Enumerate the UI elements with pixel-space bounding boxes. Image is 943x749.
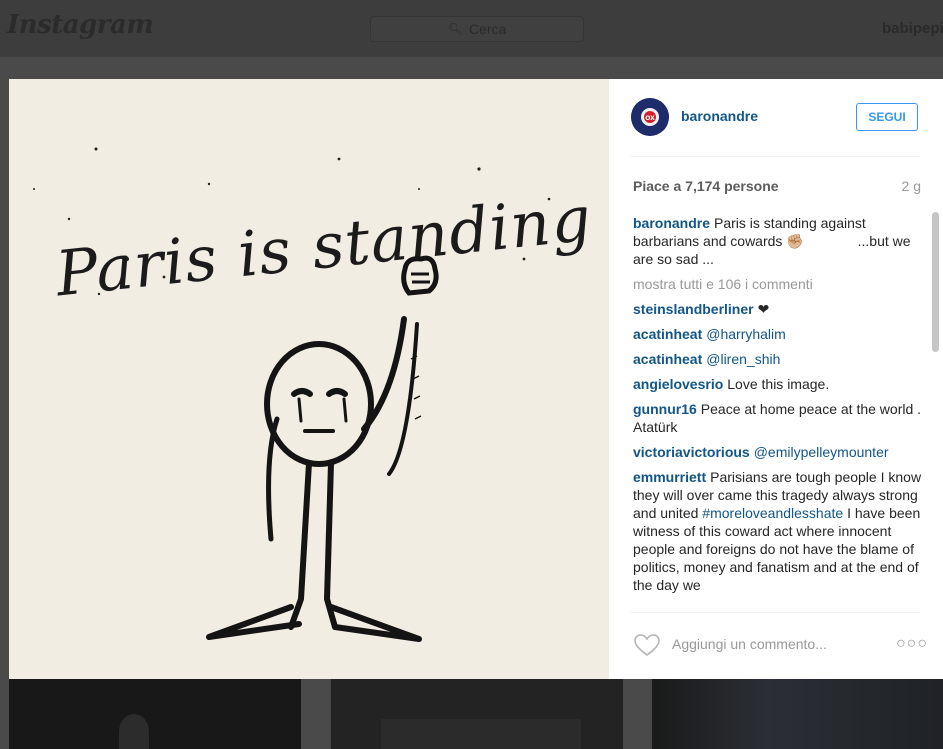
search-placeholder: Cerca [468,21,507,37]
heart-icon[interactable] [633,633,661,657]
comment-username[interactable]: acatinheat [633,326,702,342]
caption: baronandre Paris is standing against barb… [633,214,929,268]
post-image[interactable]: Paris is standing [9,79,609,679]
like-count[interactable]: Piace a 7,174 persone [633,178,779,194]
comment-item: angielovesrio Love this image. [633,375,929,393]
svg-text:OX: OX [645,115,655,122]
grid-thumbnail[interactable] [652,679,943,749]
post-details-panel: OX baronandre SEGUI Piace a 7,174 person… [609,79,943,679]
likes-row: Piace a 7,174 persone 2 g [633,178,921,194]
profile-link[interactable]: babipepi [882,20,943,37]
post-header: OX baronandre SEGUI [609,79,943,157]
comment-username[interactable]: gunnur16 [633,401,697,417]
fist-emoji: ✊🏼 [786,233,804,249]
comment-item: steinslandberliner ❤ [633,300,929,318]
comment-item: gunnur16 Peace at home peace at the world… [633,400,929,436]
author-username[interactable]: baronandre [681,108,758,124]
search-icon: 🔍︎ [447,22,463,36]
comment-username[interactable]: victoriavictorious [633,444,750,460]
comments-scrollbar[interactable] [932,212,939,352]
heart-emoji: ❤ [757,301,770,317]
comment-item: acatinheat @liren_shih [633,350,929,368]
show-all-comments-link[interactable]: mostra tutti e 106 i commenti [633,275,929,293]
more-options-icon[interactable]: ○○○ [896,635,928,653]
top-navigation-bar: Instagram 🔍︎ Cerca babipepi [0,0,943,57]
follow-button[interactable]: SEGUI [856,103,918,131]
comment-username[interactable]: acatinheat [633,351,702,367]
grid-thumbnail[interactable] [331,679,623,749]
comment-item: victoriavictorious @emilypelleymounter [633,443,929,461]
post-age[interactable]: 2 g [902,178,921,194]
divider [631,612,920,613]
avatar[interactable]: OX [631,98,669,136]
comment-username[interactable]: angielovesrio [633,376,723,392]
search-input[interactable]: 🔍︎ Cerca [370,16,584,42]
divider [631,156,920,157]
mention-link[interactable]: @emilypelleymounter [754,444,889,460]
comment-username[interactable]: steinslandberliner [633,301,754,317]
mention-link[interactable]: @liren_shih [706,351,780,367]
comment-item: acatinheat @harryhalim [633,325,929,343]
comment-text: Love this image. [727,376,830,392]
caption-username[interactable]: baronandre [633,215,710,231]
comments-list: baronandre Paris is standing against barb… [633,214,929,612]
add-comment-input[interactable]: Aggiungi un commento... [672,636,852,652]
mention-link[interactable]: @harryhalim [706,326,786,342]
comment-username[interactable]: emmurriett [633,469,706,485]
instagram-logo[interactable]: Instagram [7,10,154,40]
hashtag-link[interactable]: #moreloveandlesshate [702,505,843,521]
comment-item: emmurriett Parisians are tough people I k… [633,468,929,594]
grid-thumbnail[interactable] [9,679,301,749]
drawing-illustration: Paris is standing [9,79,609,679]
post-modal: Paris is standing OX baronandre SEGUI Pi… [9,79,943,679]
